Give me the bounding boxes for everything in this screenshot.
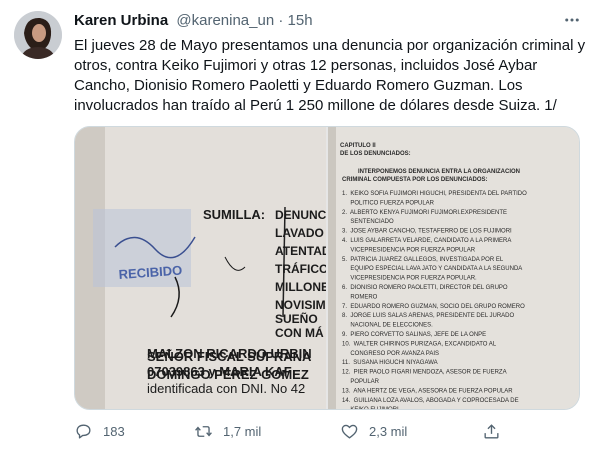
accused-list-line: 7. EDUARDO ROMERO GUZMAN, SOCIO DEL GRUP…: [342, 304, 525, 310]
accused-list-line: 3. JOSE AYBAR CANCHO, TESTAFERRO DE LOS …: [342, 229, 512, 235]
accused-list-line: 9. PIERO CORVETTO SALINAS, JEFE DE LA ON…: [342, 332, 486, 338]
accused-list-line: VICEPRESIDENCIA POR FUERZA POPULAR.: [342, 276, 477, 282]
accused-list-line: 2. ALBERTO KENYA FUJIMORI FUJIMORI.EXPRE…: [342, 210, 507, 216]
author-handle[interactable]: @karenina_un: [176, 12, 274, 29]
accused-list-line: POPULAR: [342, 379, 380, 385]
accused-list-line: 13. ANA HERTZ DE VEGA, ASESORA DE FUERZA…: [342, 388, 513, 394]
accused-list-line: 1. KEIKO SOFIA FUJIMORI HIGUCHI, PRESIDE…: [342, 191, 527, 197]
more-options-button[interactable]: [560, 8, 584, 32]
accused-list-line: SENTENCIADO: [342, 219, 394, 225]
ellipsis-icon: [565, 18, 579, 22]
tweet-actions: 183 1,7 mil 2,3 mil: [74, 422, 514, 444]
accused-list-line: 11. SUSANA HIGUCHI NIYAGAWA: [342, 360, 438, 366]
list-heading: CAPITULO II: [340, 143, 376, 149]
tweet-time[interactable]: 15h: [288, 12, 313, 29]
share-button[interactable]: [482, 422, 501, 441]
retweet-icon: [195, 426, 212, 437]
accused-list-line: CONGRESO POR AVANZA PAIS: [342, 351, 439, 357]
accused-list-line: 4. LUIS GALARRETA VELARDE, CANDIDATO A L…: [342, 238, 511, 244]
reply-button[interactable]: 183: [74, 422, 125, 441]
accused-list-line: VICEPRESIDENCIA POR FUERZA POPULAR: [342, 247, 476, 253]
accused-list-line: KEIKO FUJIMORI: [342, 407, 399, 409]
avatar-photo: [14, 11, 62, 59]
left-doc-signers: MALZON RICARDO URBIN 07039863 y MARIA KA…: [147, 346, 312, 396]
signer-line: MALZON RICARDO URBIN: [147, 346, 312, 361]
list-intro: CRIMINAL COMPUESTA POR LOS DENUNCIADOS:: [342, 177, 488, 183]
accused-list-line: NACIONAL DE ELECCIONES.: [342, 323, 433, 329]
media-photo-accused-list[interactable]: CAPITULO II DE LOS DENUNCIADOS: INTERPON…: [328, 127, 579, 409]
accused-list-line: 5. PATRICIA JUAREZ GALLEGOS, INVESTIGADA…: [342, 257, 504, 263]
like-count: 2,3 mil: [369, 424, 408, 439]
author-name[interactable]: Karen Urbina: [74, 12, 168, 29]
reply-count: 183: [103, 424, 125, 439]
accused-list-line: 10. WALTER CHIRINOS PURIZAGA, EXCANDIDAT…: [342, 341, 497, 347]
accused-list-line: ROMERO: [342, 294, 378, 300]
accused-list-line: 12. PIER PAOLO FIGARI MENDOZA, ASESOR DE…: [342, 370, 507, 376]
accused-list-line: 6. DIONISIO ROMERO PAOLETTI, DIRECTOR DE…: [342, 285, 508, 291]
tweet-text: El jueves 28 de Mayo presentamos una den…: [74, 37, 586, 114]
retweet-button[interactable]: 1,7 mil: [194, 422, 261, 441]
accused-list-line: POLITICO FUERZA POPULAR: [342, 200, 435, 206]
author-avatar[interactable]: [14, 11, 62, 59]
like-button[interactable]: 2,3 mil: [340, 422, 407, 441]
document-photo-right: CAPITULO II DE LOS DENUNCIADOS: INTERPON…: [328, 127, 579, 409]
accused-list-line: 14. GUILIANA LOZA AVALOS, ABOGADA Y COPR…: [342, 398, 519, 404]
signer-line: 07039863 y MARIA KAF: [147, 364, 292, 379]
tweet-header: Karen Urbina @karenina_un · 15h: [74, 12, 588, 32]
list-heading: DE LOS DENUNCIADOS:: [340, 151, 411, 157]
retweet-count: 1,7 mil: [223, 424, 262, 439]
accused-list-line: EQUIPO ESPECIAL LAVA JATO Y CANDIDATA A …: [342, 266, 522, 272]
signer-line: identificada con DNI. No 42: [147, 381, 305, 396]
accused-list-line: 8. JORGE LUIS SALAS ARENAS, PRESIDENTE D…: [342, 313, 514, 319]
reply-icon: [76, 424, 91, 439]
meta-separator: ·: [274, 12, 288, 29]
list-intro: INTERPONEMOS DENUNCIA ENTRA LA ORGANIZAC…: [358, 169, 520, 175]
share-icon: [484, 424, 499, 439]
heart-icon: [341, 424, 358, 439]
